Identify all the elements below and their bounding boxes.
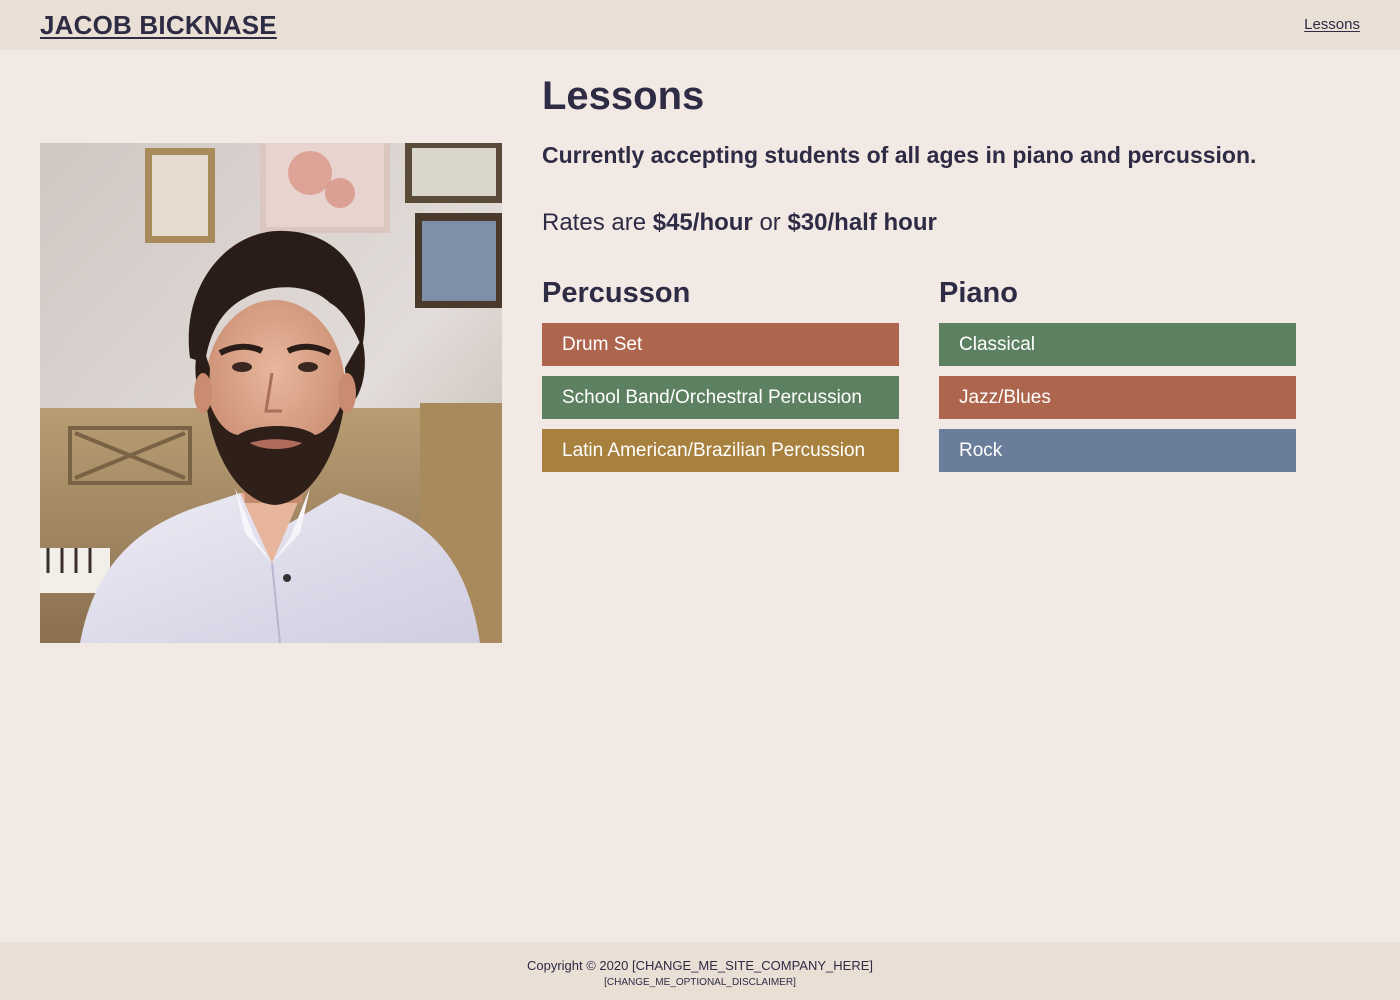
site-title-link[interactable]: JACOB BICKNASE (40, 10, 277, 41)
lesson-rock[interactable]: Rock (939, 429, 1296, 472)
disclaimer-text: [CHANGE_ME_OPTIONAL_DISCLAIMER] (604, 977, 796, 988)
lesson-latin-brazilian-percussion[interactable]: Latin American/Brazilian Percussion (542, 429, 899, 472)
copyright-text: Copyright © 2020 [CHANGE_ME_SITE_COMPANY… (526, 958, 873, 973)
lesson-drum-set[interactable]: Drum Set (542, 323, 899, 366)
site-header: JACOB BICKNASE Lessons (0, 0, 1400, 50)
lesson-school-band-percussion[interactable]: School Band/Orchestral Percussion (542, 376, 899, 419)
lesson-classical[interactable]: Classical (939, 323, 1296, 366)
percussion-column: Percusson Drum Set School Band/Orchestra… (542, 277, 899, 482)
site-footer: Copyright © 2020 [CHANGE_ME_SITE_COMPANY… (0, 942, 1400, 1000)
page-title: Lessons (542, 74, 705, 118)
rate-hour: $45/hour (652, 209, 753, 236)
main-content: Lessons Currently accepting students of … (542, 72, 1322, 472)
rates-connector: or (759, 209, 781, 236)
lessons-subtitle: Currently accepting students of all ages… (542, 142, 1257, 168)
percussion-heading: Percusson (542, 277, 691, 309)
rate-half-hour: $30/half hour (787, 209, 937, 236)
rates-prefix: Rates are (542, 209, 647, 236)
piano-heading: Piano (939, 277, 1018, 309)
rates-text: Rates are $45/hour or $30/half hour (542, 208, 1322, 238)
profile-photo (40, 143, 502, 643)
lesson-jazz-blues[interactable]: Jazz/Blues (939, 376, 1296, 419)
piano-column: Piano Classical Jazz/Blues Rock (939, 277, 1296, 482)
nav-link-lessons[interactable]: Lessons (1304, 16, 1360, 33)
